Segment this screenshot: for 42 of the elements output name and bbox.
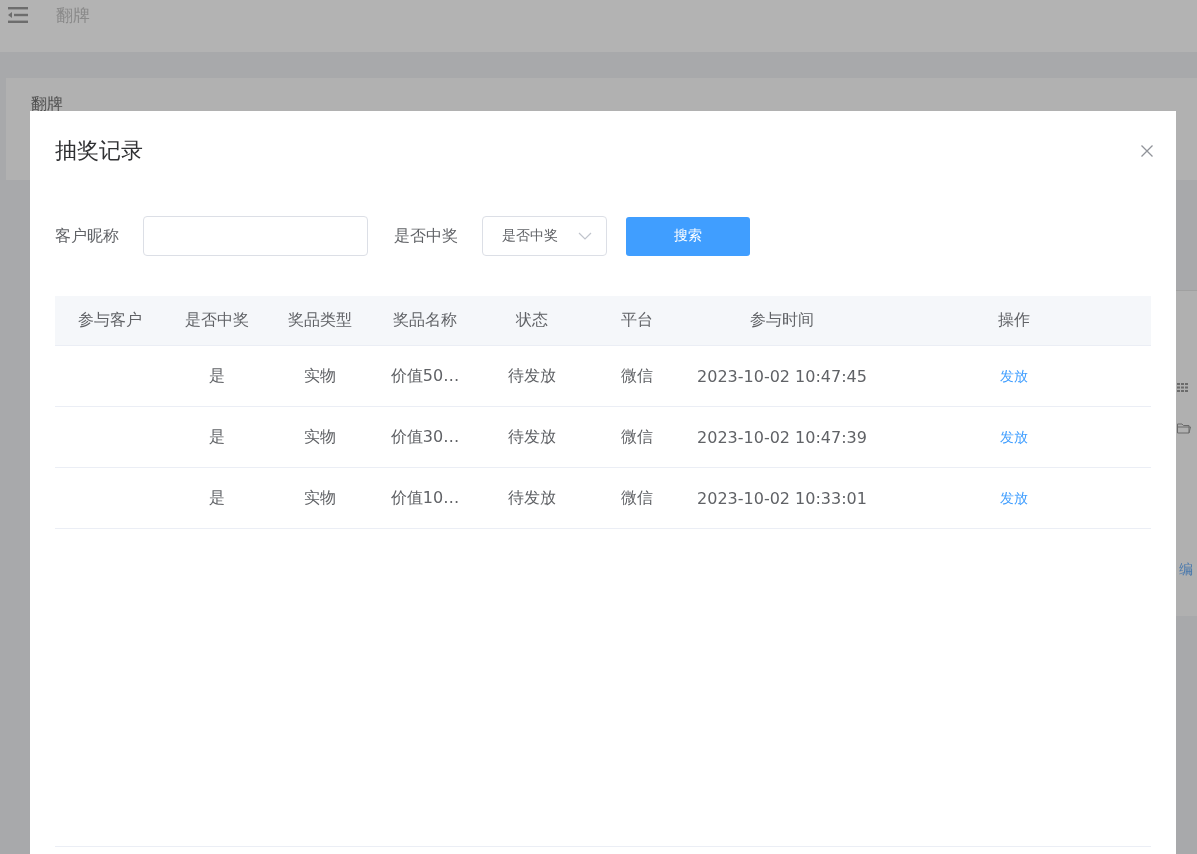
table-cell: 是 — [208, 426, 225, 446]
issue-link[interactable]: 发放 — [999, 490, 1028, 506]
search-button[interactable]: 搜索 — [626, 216, 750, 256]
column-header: 参与客户 — [77, 310, 143, 331]
issue-link[interactable]: 发放 — [999, 429, 1028, 445]
column-header: 状态 — [514, 310, 549, 331]
table-cell: 价值30… — [390, 426, 460, 446]
issue-link[interactable]: 发放 — [999, 368, 1028, 384]
table-cell: 2023-10-02 10:47:39 — [697, 427, 867, 447]
caret-icon — [578, 232, 592, 240]
table-cell: 2023-10-02 10:33:01 — [697, 488, 867, 508]
table-cell: 是 — [208, 487, 225, 507]
table-cell: 价值50… — [390, 365, 460, 385]
column-header: 奖品类型 — [287, 310, 353, 331]
table-cell: 微信 — [620, 365, 653, 385]
dialog-title: 抽奖记录 — [55, 137, 143, 165]
column-header: 平台 — [619, 310, 654, 331]
edit-link[interactable]: 编 — [1179, 561, 1193, 577]
card-title: 翻牌 — [31, 94, 63, 113]
grid-icon[interactable] — [1177, 383, 1189, 392]
select-field[interactable]: 是否中奖 — [482, 216, 607, 256]
table-cell: 2023-10-02 10:47:45 — [697, 366, 867, 386]
column-header: 参与时间 — [749, 310, 815, 331]
table-cell: 是 — [208, 365, 225, 385]
input-field[interactable] — [143, 216, 368, 256]
table-cell: 实物 — [304, 487, 336, 507]
table-cell: 微信 — [620, 426, 653, 446]
field-label: 客户昵称 — [55, 225, 119, 247]
column-header: 操作 — [996, 310, 1031, 331]
table-cell: 实物 — [304, 365, 336, 385]
table-cell: 待发放 — [507, 365, 556, 385]
field-label: 是否中奖 — [394, 225, 458, 247]
menu-icon[interactable] — [8, 7, 28, 23]
table-cell: 待发放 — [507, 426, 556, 446]
folder-icon[interactable] — [1177, 423, 1191, 434]
table-cell: 待发放 — [507, 487, 556, 507]
table-cell: 价值10… — [390, 487, 460, 507]
column-header: 奖品名称 — [392, 310, 458, 331]
table-cell: 微信 — [620, 487, 653, 507]
close-icon[interactable] — [1141, 145, 1153, 157]
column-header: 是否中奖 — [183, 310, 250, 331]
table-cell: 实物 — [304, 426, 336, 446]
